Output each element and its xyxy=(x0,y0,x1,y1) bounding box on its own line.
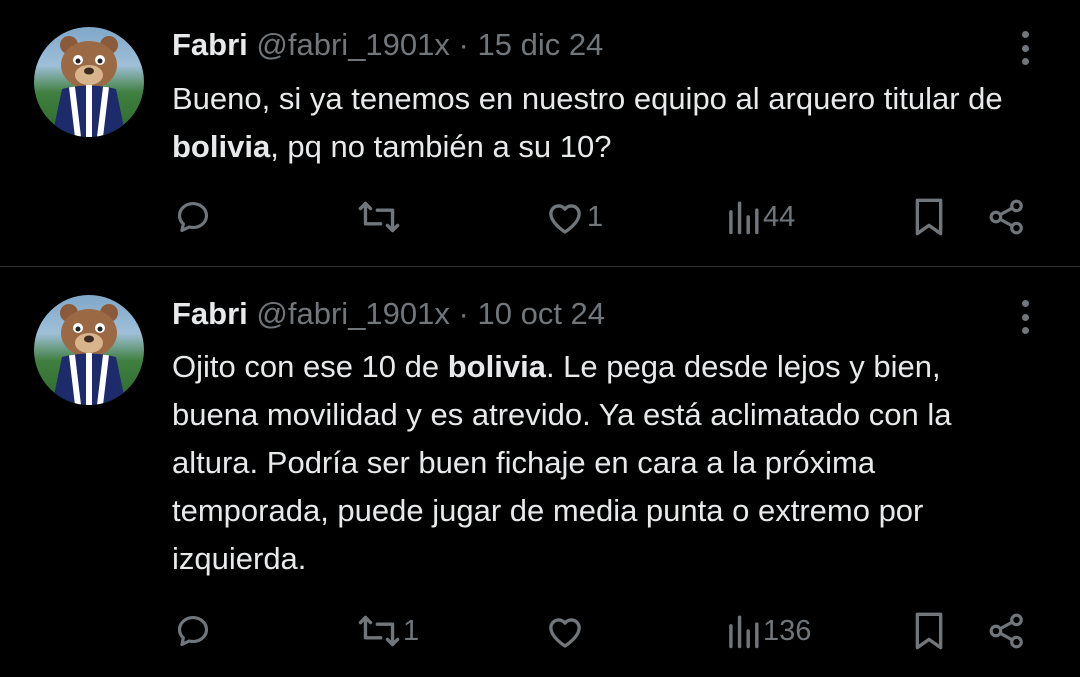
bear-avatar-icon xyxy=(52,36,126,137)
bear-avatar-icon xyxy=(52,304,126,405)
share-icon xyxy=(989,199,1023,235)
bookmark-button[interactable] xyxy=(912,193,946,241)
bookmark-icon xyxy=(915,198,943,236)
separator: · xyxy=(458,296,469,331)
user-handle[interactable]: @fabri_1901x xyxy=(256,296,449,331)
more-icon[interactable] xyxy=(1010,28,1040,68)
tweet-text: Bueno, si ya tenemos en nuestro equipo a… xyxy=(172,75,1032,171)
user-handle[interactable]: @fabri_1901x xyxy=(256,27,449,62)
retweet-count: 1 xyxy=(403,614,420,647)
like-icon xyxy=(549,618,581,648)
tweet-actions: 1 136 xyxy=(0,607,1080,655)
tweet-text-part: , pq no también a su 10? xyxy=(270,129,612,164)
reply-icon xyxy=(177,615,209,647)
tweet-text: Ojito con ese 10 de bolivia. Le pega des… xyxy=(172,343,1032,583)
tweet-date[interactable]: 10 oct 24 xyxy=(477,296,605,331)
like-button[interactable] xyxy=(545,607,587,655)
display-name[interactable]: Fabri xyxy=(172,296,248,331)
tweet-header: Fabri @fabri_1901x · 10 oct 24 xyxy=(172,296,605,332)
reply-button[interactable] xyxy=(174,607,214,655)
share-button[interactable] xyxy=(988,607,1026,655)
tweet-text-part: Bueno, si ya tenemos en nuestro equipo a… xyxy=(172,81,1003,116)
view-count: 136 xyxy=(763,614,812,647)
like-count: 1 xyxy=(587,200,604,233)
tweet[interactable]: Fabri @fabri_1901x · 15 dic 24 Bueno, si… xyxy=(0,0,1080,267)
reply-icon xyxy=(177,201,209,233)
like-icon xyxy=(549,204,581,234)
separator: · xyxy=(458,27,469,62)
display-name[interactable]: Fabri xyxy=(172,27,248,62)
avatar[interactable] xyxy=(34,295,144,405)
like-button[interactable]: 1 xyxy=(545,193,603,241)
views-icon xyxy=(729,201,759,235)
bookmark-icon xyxy=(915,612,943,650)
tweet-text-highlight: bolivia xyxy=(172,129,271,164)
bookmark-button[interactable] xyxy=(912,607,946,655)
tweet-actions: 1 44 xyxy=(0,193,1080,241)
more-icon[interactable] xyxy=(1010,297,1040,337)
views-button[interactable]: 136 xyxy=(725,607,811,655)
share-button[interactable] xyxy=(988,193,1026,241)
avatar[interactable] xyxy=(34,27,144,137)
retweet-button[interactable] xyxy=(357,193,403,241)
retweet-icon xyxy=(358,201,400,233)
view-count: 44 xyxy=(763,200,796,233)
tweet-text-highlight: bolivia xyxy=(447,349,546,384)
tweet-header: Fabri @fabri_1901x · 15 dic 24 xyxy=(172,27,603,63)
views-button[interactable]: 44 xyxy=(725,193,795,241)
tweet-date[interactable]: 15 dic 24 xyxy=(477,27,603,62)
views-icon xyxy=(729,615,759,649)
reply-button[interactable] xyxy=(174,193,214,241)
share-icon xyxy=(989,613,1023,649)
tweet[interactable]: Fabri @fabri_1901x · 10 oct 24 Ojito con… xyxy=(0,267,1080,677)
tweet-text-part: Ojito con ese 10 de xyxy=(172,349,448,384)
retweet-button[interactable]: 1 xyxy=(357,607,419,655)
retweet-icon xyxy=(358,615,400,647)
